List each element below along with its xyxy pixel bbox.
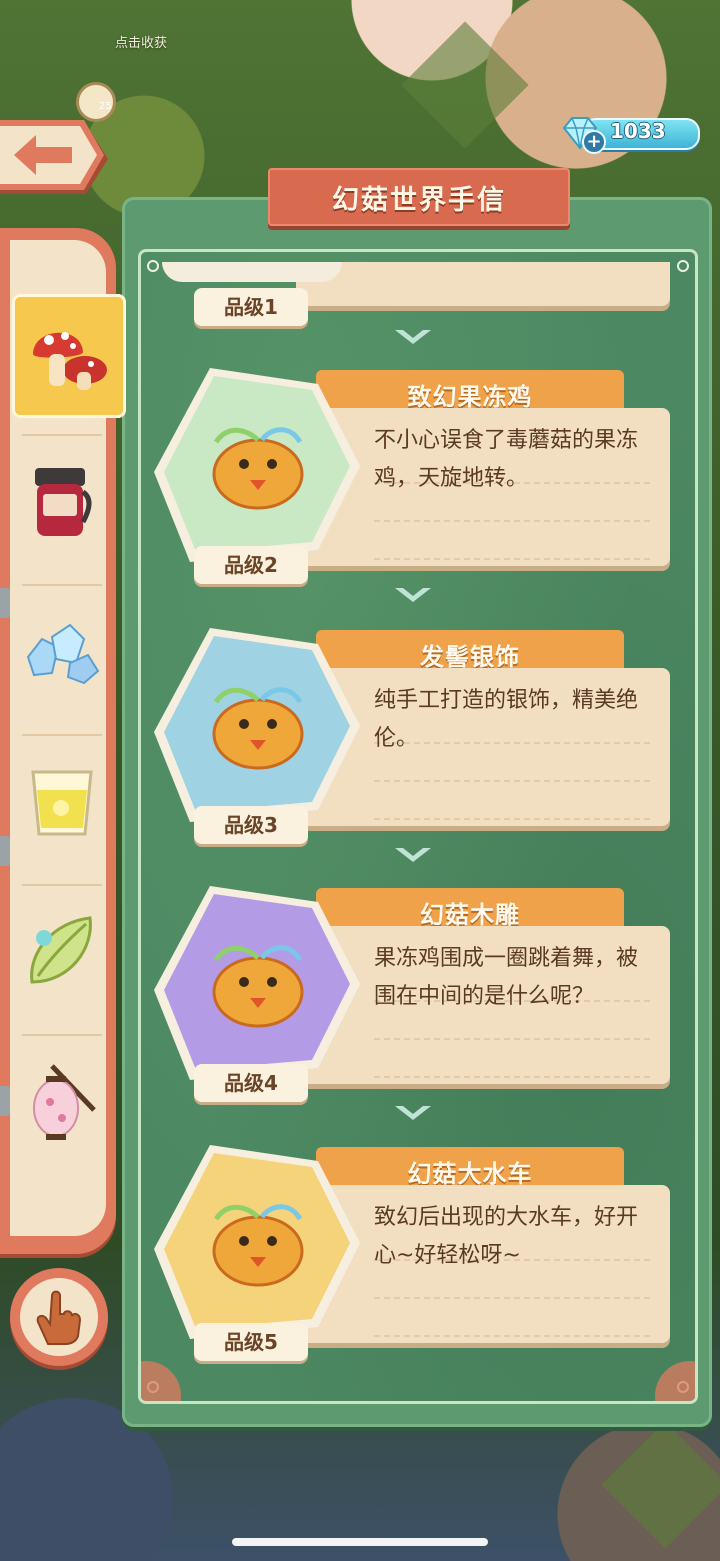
gem-counter[interactable]: 1033 + [560,116,700,154]
rail-clip [0,836,10,866]
chevron-down-icon [395,848,431,862]
grade-label: 品级4 [194,1064,308,1102]
card-art-partial [162,262,342,282]
chevron-down-icon [395,1106,431,1120]
title-banner: 幻菇世界手信 [268,168,570,226]
hand-pointer-icon [36,1290,82,1345]
item-art[interactable] [150,622,364,828]
item-illustration [154,886,360,1080]
grade-label: 品级3 [194,806,308,844]
rail-divider [22,734,102,736]
item-art[interactable] [150,1139,364,1345]
item-illustration [154,1145,360,1339]
leaf-bud-icon [30,916,92,984]
mushroom-icon [33,332,107,390]
item-description: 果冻鸡围成一圈跳着舞，被围在中间的是什么呢？ [374,946,639,1009]
rail-divider [22,884,102,886]
chevron-down-icon [395,330,431,344]
home-indicator [232,1538,488,1546]
category-lantern[interactable] [14,1046,110,1158]
item-art[interactable] [150,362,364,568]
category-tea[interactable] [14,746,110,858]
panel-rivet [677,260,689,272]
category-jam-jar[interactable] [14,446,110,558]
rail-divider [22,1034,102,1036]
item-illustration [154,628,360,822]
page-title: 幻菇世界手信 [332,185,506,216]
lantern-icon [33,1064,96,1140]
card-divider [374,558,650,560]
grade-label: 品级5 [194,1323,308,1361]
card-body-partial[interactable] [296,262,670,306]
chevron-down-icon [395,588,431,602]
hand-button[interactable] [10,1268,108,1366]
harvest-badge[interactable]: 25 [76,82,116,122]
item-illustration [154,368,360,562]
item-description: 不小心误食了毒蘑菇的果冻鸡，天旋地转。 [374,428,639,491]
jar-icon [35,468,92,536]
rail-divider [22,584,102,586]
crystal-icon [26,623,100,685]
panel-rivet [147,260,159,272]
item-description: 致幻后出现的大水车，好开心~好轻松呀~ [374,1205,639,1268]
rail-clip [0,588,10,618]
rail-divider [22,434,102,436]
card-divider [374,1076,650,1078]
back-button[interactable] [0,120,110,198]
card-divider [374,818,650,820]
card-divider [374,1038,650,1040]
card-divider [374,1297,650,1299]
grade-label: 品级1 [194,288,308,326]
drink-cup-icon [31,770,93,836]
category-mushroom[interactable] [12,294,126,418]
card-divider [374,520,650,522]
card-divider [374,780,650,782]
gem-count: 1033 [610,119,666,143]
category-crystal[interactable] [14,596,110,708]
arrow-left-icon [0,120,108,194]
item-description: 纯手工打造的银饰，精美绝伦。 [374,688,639,751]
harvest-hint[interactable]: 点击收获 [115,32,167,51]
grade-label: 品级2 [194,546,308,584]
harvest-count: 25 [99,101,112,112]
rail-clip [0,1086,10,1116]
plus-icon[interactable]: + [582,130,606,154]
category-leaf[interactable] [14,896,110,1008]
card-divider [374,1335,650,1337]
item-art[interactable] [150,880,364,1086]
